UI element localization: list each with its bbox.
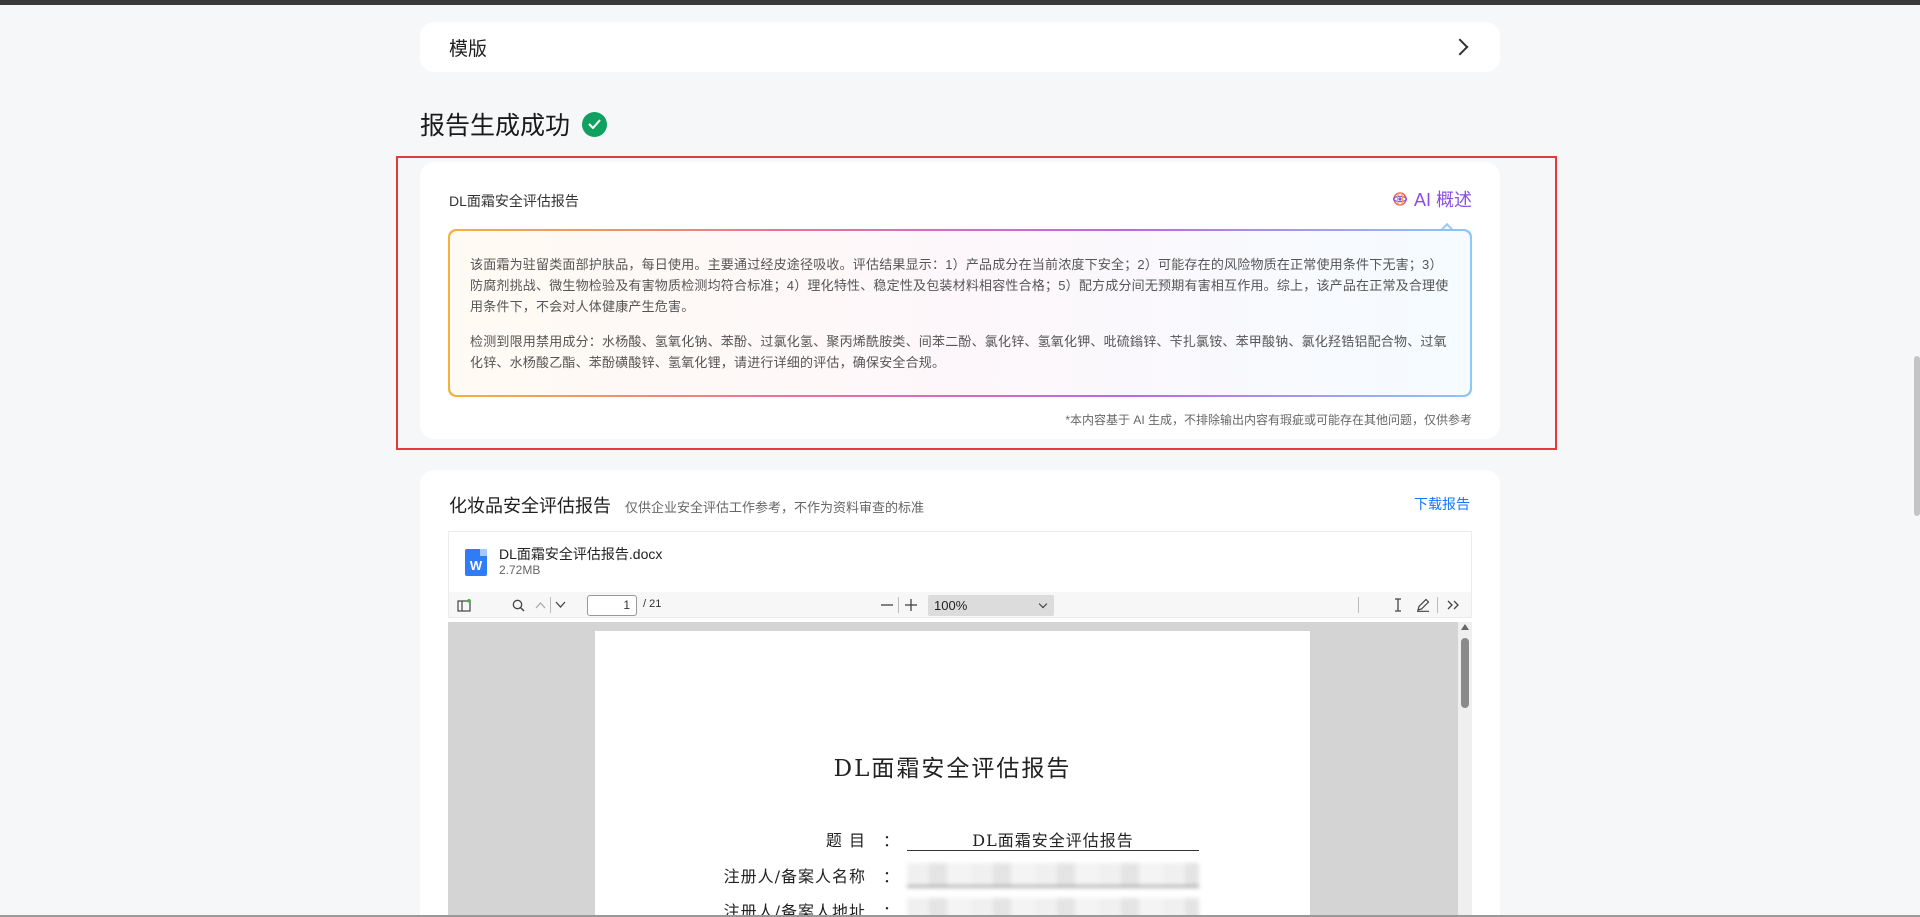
zoom-out-icon[interactable]: [880, 596, 894, 614]
file-name: DL面霜安全评估报告.docx: [499, 546, 663, 562]
chevron-right-icon: [1451, 38, 1469, 56]
document-heading: DL面霜安全评估报告: [833, 756, 1072, 782]
form-row-value: DL面霜安全评估报告: [907, 827, 1199, 851]
file-row[interactable]: W DL面霜安全评估报告.docx 2.72MB: [448, 531, 1472, 592]
toolbar-separator: [1437, 597, 1438, 613]
zoom-value: 100%: [934, 598, 968, 613]
toolbar-separator: [898, 597, 899, 613]
sidebar-toggle-icon[interactable]: [455, 596, 473, 614]
viewer-toolbar: 1 / 21 100%: [448, 592, 1472, 618]
success-title: 报告生成成功: [420, 112, 571, 140]
download-report-link[interactable]: 下载报告: [1414, 494, 1470, 514]
report-subtitle: 仅供企业安全评估工作参考，不作为资料审查的标准: [625, 500, 925, 515]
form-row-label: 注册人/备案人名称: [723, 867, 866, 886]
template-section[interactable]: 模版: [420, 22, 1500, 72]
form-row: 注册人/备案人名称 ：: [595, 863, 1310, 887]
highlight-frame: [396, 156, 1557, 450]
document-page: DL面霜安全评估报告 题 目 ： DL面霜安全评估报告 注册人/备案人名称 ： …: [595, 631, 1310, 917]
file-info: DL面霜安全评估报告.docx 2.72MB: [499, 546, 662, 578]
draw-icon[interactable]: [1415, 596, 1431, 614]
template-label: 模版: [449, 38, 488, 60]
more-tools-icon[interactable]: [1445, 596, 1461, 614]
page-scroll-thumb[interactable]: [1914, 356, 1920, 516]
success-heading: 报告生成成功: [420, 106, 608, 142]
scroll-up-icon[interactable]: [1461, 624, 1469, 630]
word-file-icon: W: [465, 548, 487, 576]
check-circle-icon: [582, 111, 608, 137]
previous-page-icon[interactable]: [533, 596, 547, 614]
zoom-select[interactable]: 100%: [928, 595, 1054, 616]
page-total: / 21: [643, 598, 662, 610]
top-bar: [0, 0, 1920, 5]
form-row: 题 目 ： DL面霜安全评估报告: [595, 827, 1310, 851]
document-viewer[interactable]: DL面霜安全评估报告 题 目 ： DL面霜安全评估报告 注册人/备案人名称 ： …: [448, 622, 1472, 917]
text-select-icon[interactable]: [1391, 596, 1405, 614]
viewer-scroll-thumb[interactable]: [1461, 638, 1469, 708]
page-number-input[interactable]: 1: [587, 595, 637, 616]
chevron-down-icon: [1038, 599, 1048, 609]
report-card: 化妆品安全评估报告 仅供企业安全评估工作参考，不作为资料审查的标准 下载报告 W…: [420, 470, 1500, 917]
search-icon[interactable]: [509, 596, 527, 614]
report-title: 化妆品安全评估报告: [449, 496, 611, 516]
toolbar-separator: [1358, 597, 1359, 613]
next-page-icon[interactable]: [553, 596, 567, 614]
toolbar-separator: [550, 597, 551, 613]
zoom-in-icon[interactable]: [904, 596, 918, 614]
form-row-value-redacted: [907, 863, 1199, 887]
file-size: 2.72MB: [499, 563, 541, 577]
form-row-label: 题 目: [825, 831, 866, 850]
form-row-colon: ：: [883, 867, 900, 886]
report-header: 化妆品安全评估报告 仅供企业安全评估工作参考，不作为资料审查的标准: [449, 492, 924, 518]
viewer-scrollbar[interactable]: [1458, 622, 1472, 917]
form-row-colon: ：: [883, 831, 900, 850]
